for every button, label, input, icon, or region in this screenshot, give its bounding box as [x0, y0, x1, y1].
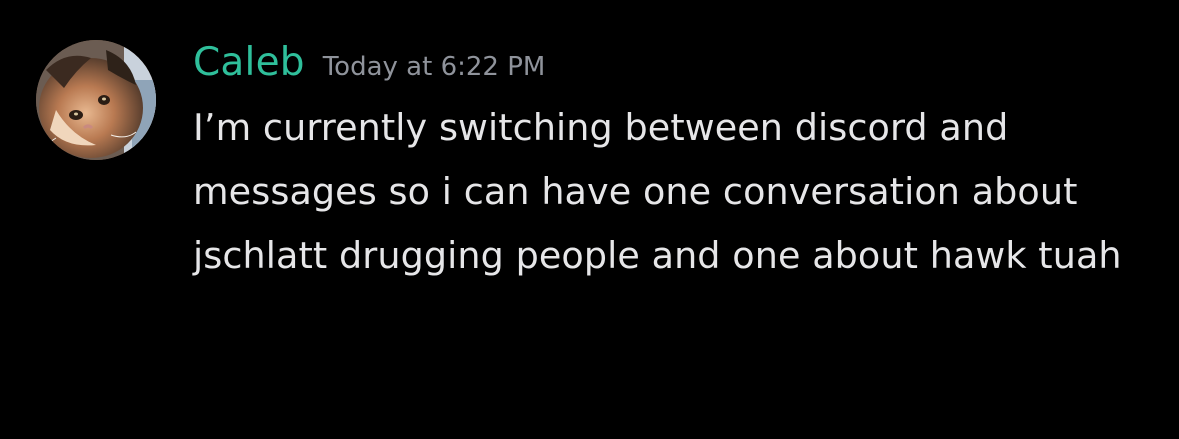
- timestamp[interactable]: Today at 6:22 PM: [323, 52, 546, 82]
- username[interactable]: Caleb: [193, 40, 305, 85]
- chat-message: Caleb Today at 6:22 PM I’m currently swit…: [0, 0, 1179, 439]
- cat-avatar-image: [36, 40, 156, 160]
- message-header: Caleb Today at 6:22 PM: [193, 38, 545, 95]
- avatar[interactable]: [36, 40, 156, 160]
- message-content: I’m currently switching between discord …: [193, 106, 1122, 277]
